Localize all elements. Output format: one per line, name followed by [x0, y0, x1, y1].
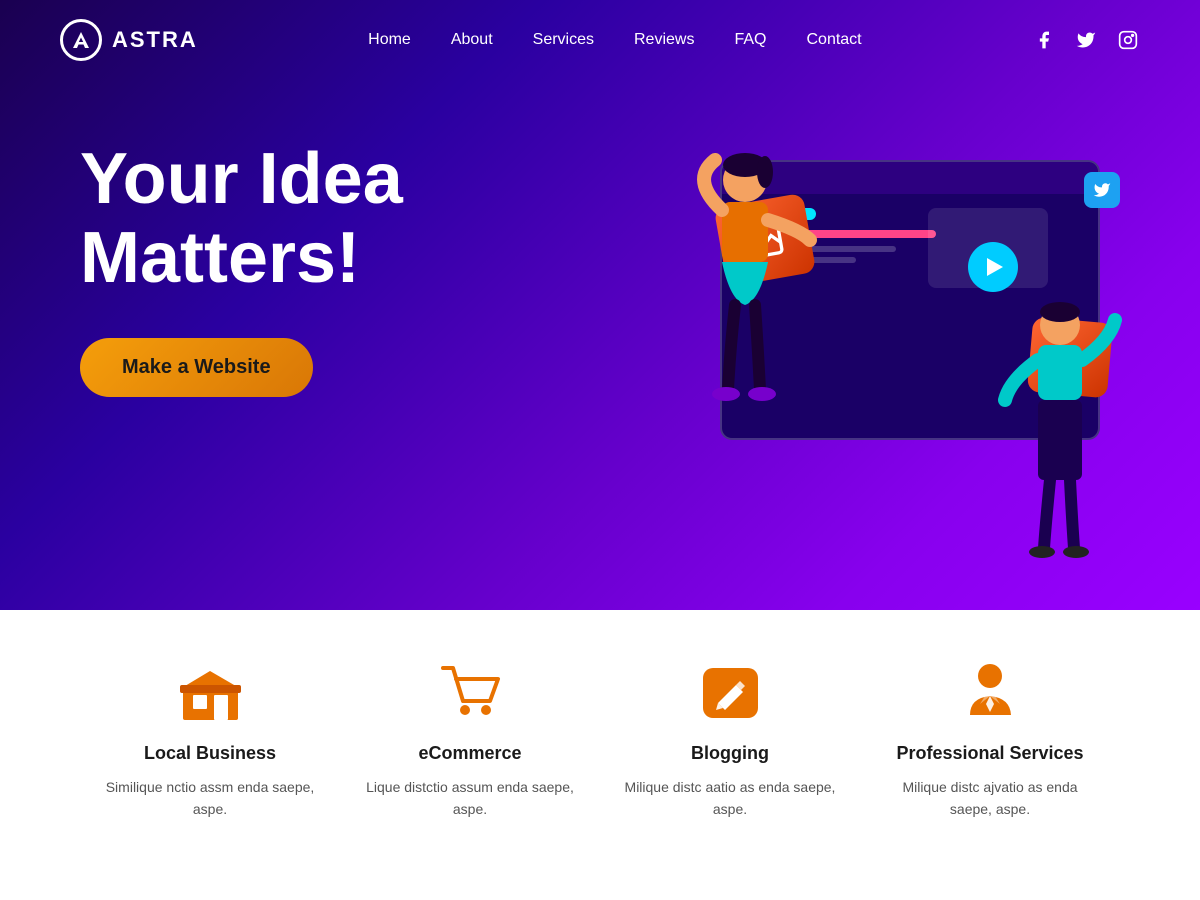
main-nav: Home About Services Reviews FAQ Contact — [368, 31, 861, 49]
twitter-icon[interactable] — [1074, 28, 1098, 52]
play-triangle — [987, 258, 1003, 276]
facebook-icon[interactable] — [1032, 28, 1056, 52]
header: ASTRA Home About Services Reviews FAQ Co… — [0, 0, 1200, 80]
feature-title-local-business: Local Business — [144, 743, 276, 764]
hero-title: Your Idea Matters! — [80, 140, 403, 298]
cta-button[interactable]: Make a Website — [80, 338, 313, 397]
feature-title-blogging: Blogging — [691, 743, 769, 764]
logo-icon — [60, 19, 102, 61]
logo-text: ASTRA — [112, 27, 198, 53]
feature-ecommerce: eCommerce Lique distctio assum enda saep… — [360, 660, 580, 821]
logo[interactable]: ASTRA — [60, 19, 198, 61]
feature-professional-services: Professional Services Milique distc ajva… — [880, 660, 1100, 821]
person-tie-icon — [955, 660, 1025, 725]
hero-illustration — [640, 100, 1140, 580]
play-button — [968, 242, 1018, 292]
cart-icon — [435, 660, 505, 725]
feature-local-business: Local Business Similique nctio assm enda… — [100, 660, 320, 821]
feature-blogging: Blogging Milique distc aatio as enda sae… — [620, 660, 840, 821]
man-figure — [990, 300, 1130, 560]
social-icons — [1032, 28, 1140, 52]
feature-desc-blogging: Milique distc aatio as enda saepe, aspe. — [620, 776, 840, 821]
feature-desc-professional-services: Milique distc ajvatio as enda saepe, asp… — [880, 776, 1100, 821]
feature-title-professional-services: Professional Services — [896, 743, 1083, 764]
nav-services[interactable]: Services — [533, 31, 594, 49]
feature-desc-local-business: Similique nctio assm enda saepe, aspe. — [100, 776, 320, 821]
pencil-icon — [695, 660, 765, 725]
hero-content: Your Idea Matters! Make a Website — [80, 140, 403, 397]
feature-desc-ecommerce: Lique distctio assum enda saepe, aspe. — [360, 776, 580, 821]
features-section: Local Business Similique nctio assm enda… — [0, 610, 1200, 900]
woman-figure — [670, 150, 830, 470]
store-icon — [175, 660, 245, 725]
instagram-icon[interactable] — [1116, 28, 1140, 52]
nav-about[interactable]: About — [451, 31, 493, 49]
nav-reviews[interactable]: Reviews — [634, 31, 694, 49]
nav-home[interactable]: Home — [368, 31, 411, 49]
hero-section: ASTRA Home About Services Reviews FAQ Co… — [0, 0, 1200, 610]
nav-contact[interactable]: Contact — [806, 31, 861, 49]
nav-faq[interactable]: FAQ — [734, 31, 766, 49]
feature-title-ecommerce: eCommerce — [418, 743, 521, 764]
twitter-float-badge — [1084, 172, 1120, 208]
